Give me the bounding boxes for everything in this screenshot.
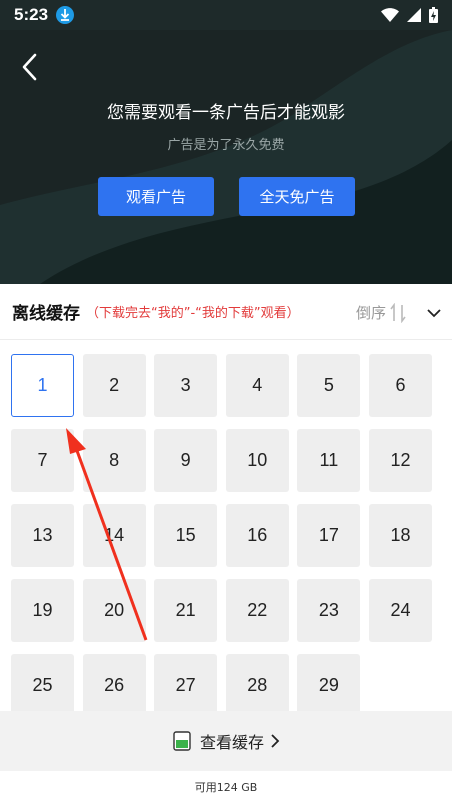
episode-button-29[interactable]: 29 <box>297 654 361 711</box>
episode-button-6[interactable]: 6 <box>368 354 432 417</box>
episode-button-2[interactable]: 2 <box>82 354 146 417</box>
episode-button-28[interactable]: 28 <box>225 654 289 711</box>
sort-label: 倒序 <box>356 304 387 322</box>
episode-button-16[interactable]: 16 <box>225 504 289 567</box>
ad-free-all-day-button[interactable]: 全天免广告 <box>239 177 355 216</box>
episode-button-10[interactable]: 10 <box>225 429 289 492</box>
view-cache-label: 查看缓存 <box>199 733 264 752</box>
view-cache-button[interactable]: 查看缓存 <box>0 711 452 771</box>
watch-ad-button[interactable]: 观看广告 <box>98 177 214 216</box>
episode-button-15[interactable]: 15 <box>154 504 218 567</box>
episode-button-4[interactable]: 4 <box>225 354 289 417</box>
episode-button-21[interactable]: 21 <box>154 579 218 642</box>
episode-button-20[interactable]: 20 <box>82 579 146 642</box>
episode-button-14[interactable]: 14 <box>82 504 146 567</box>
chevron-down-icon[interactable] <box>426 304 442 323</box>
battery-charging-icon <box>429 7 438 23</box>
episode-grid: 1 2 3 4 5 6 7 8 9 10 11 12 13 14 15 16 17 18 19 20 21 22 23 24 2… <box>11 354 435 711</box>
wifi-icon <box>381 8 399 22</box>
status-bar: 5:23 <box>0 0 452 30</box>
sort-order-button[interactable]: 倒序 <box>356 302 406 323</box>
status-time: 5:23 <box>14 5 49 24</box>
episode-button-25[interactable]: 25 <box>11 654 74 711</box>
banner-title: 您需要观看一条广告后才能观影 <box>107 103 345 123</box>
episode-button-5[interactable]: 5 <box>297 354 361 417</box>
status-icons <box>381 7 438 23</box>
episode-button-23[interactable]: 23 <box>297 579 361 642</box>
episode-button-18[interactable]: 18 <box>368 504 432 567</box>
episode-button-11[interactable]: 11 <box>297 429 361 492</box>
episode-button-3[interactable]: 3 <box>154 354 218 417</box>
banner-subtitle: 广告是为了永久免费 <box>167 138 285 153</box>
chevron-right-icon <box>271 734 280 748</box>
episode-button-1[interactable]: 1 <box>11 354 74 417</box>
back-arrow-icon[interactable] <box>18 52 44 82</box>
sort-arrows-icon <box>390 302 406 323</box>
offline-cache-header: 离线缓存 （下载完去“我的”-“我的下载”观看） 倒序 <box>0 284 452 340</box>
download-hint: （下载完去“我的”-“我的下载”观看） <box>86 306 300 321</box>
episode-button-26[interactable]: 26 <box>82 654 146 711</box>
episode-button-27[interactable]: 27 <box>154 654 218 711</box>
episode-button-19[interactable]: 19 <box>11 579 74 642</box>
available-storage: 可用124 GB <box>194 781 258 794</box>
episode-button-17[interactable]: 17 <box>297 504 361 567</box>
banner-background-shape <box>0 30 452 284</box>
episode-button-8[interactable]: 8 <box>82 429 146 492</box>
episode-button-22[interactable]: 22 <box>225 579 289 642</box>
signal-icon <box>407 8 421 22</box>
episode-grid-area: 1 2 3 4 5 6 7 8 9 10 11 12 13 14 15 16 17 18 19 20 21 22 23 24 2… <box>0 341 452 711</box>
episode-button-24[interactable]: 24 <box>368 579 432 642</box>
episode-button-12[interactable]: 12 <box>368 429 432 492</box>
ad-banner: 您需要观看一条广告后才能观影 广告是为了永久免费 观看广告 全天免广告 <box>0 30 452 284</box>
download-notification-icon <box>56 6 75 24</box>
section-title: 离线缓存 <box>12 304 80 324</box>
episode-button-13[interactable]: 13 <box>11 504 74 567</box>
episode-button-7[interactable]: 7 <box>11 429 74 492</box>
episode-button-9[interactable]: 9 <box>154 429 218 492</box>
sd-card-icon <box>173 731 191 751</box>
